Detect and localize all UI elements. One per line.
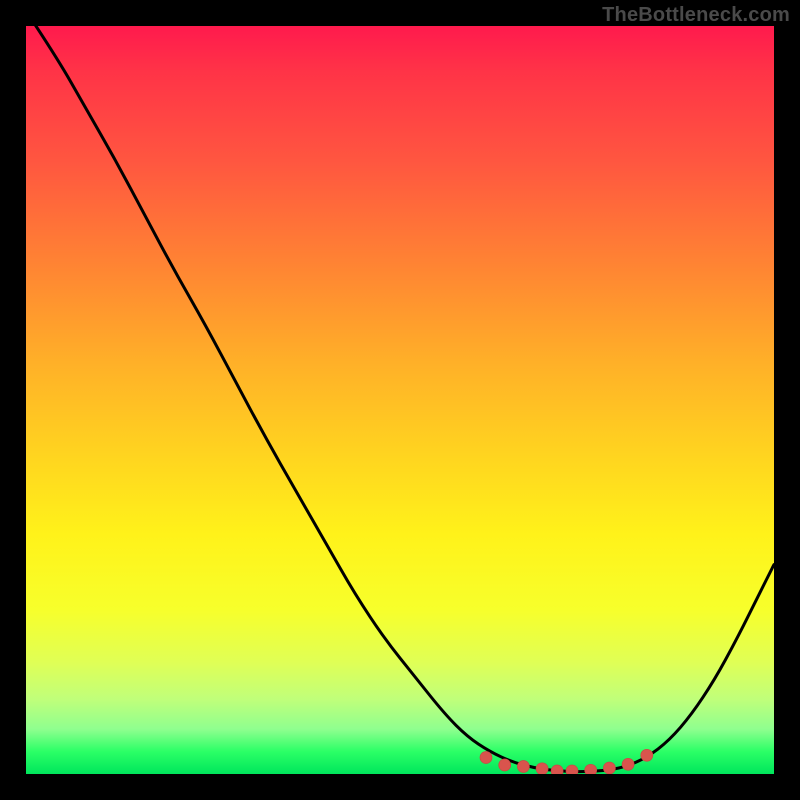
marker-dot bbox=[536, 763, 548, 774]
marker-dot bbox=[499, 759, 511, 771]
curve-svg bbox=[26, 26, 774, 774]
bottleneck-curve bbox=[26, 26, 774, 772]
marker-cluster bbox=[480, 749, 653, 774]
marker-dot bbox=[517, 761, 529, 773]
marker-dot bbox=[585, 764, 597, 774]
marker-dot bbox=[641, 749, 653, 761]
watermark-text: TheBottleneck.com bbox=[602, 4, 790, 27]
marker-dot bbox=[622, 758, 634, 770]
marker-dot bbox=[603, 762, 615, 774]
marker-dot bbox=[551, 765, 563, 774]
marker-dot bbox=[566, 765, 578, 774]
plot-area bbox=[26, 26, 774, 774]
chart-frame: TheBottleneck.com bbox=[0, 0, 800, 800]
marker-dot bbox=[480, 752, 492, 764]
